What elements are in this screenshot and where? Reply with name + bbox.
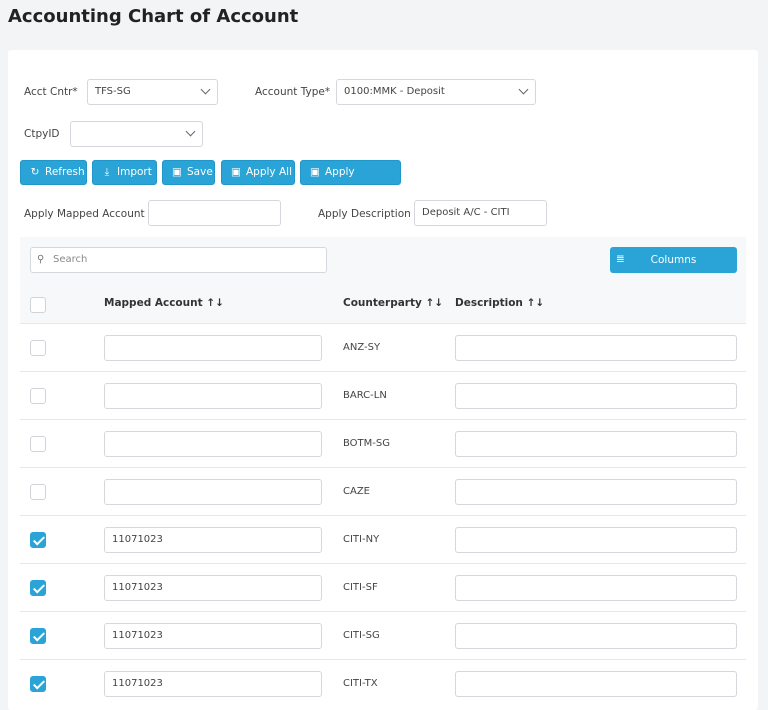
page-title: Accounting Chart of Account [8, 6, 299, 27]
table-row: 11071023 CITI-NY [20, 515, 746, 563]
row-checkbox[interactable] [30, 532, 46, 548]
mapped-account-input[interactable]: 11071023 [104, 623, 322, 649]
header-description[interactable]: Description ↑↓ [455, 297, 544, 309]
apply-description-input[interactable]: Deposit A/C - CITI [414, 200, 547, 226]
table-row: 11071023 CITI-SF [20, 563, 746, 611]
description-input[interactable] [455, 623, 737, 649]
row-checkbox[interactable] [30, 340, 46, 356]
mapped-account-input[interactable]: 11071023 [104, 527, 322, 553]
account-type-label: Account Type* [255, 86, 331, 98]
apply-selected-button[interactable]: ▣ Apply Selected [300, 160, 401, 201]
save-icon: ▣ [172, 166, 182, 178]
select-all-checkbox[interactable] [30, 297, 46, 313]
apply-description-label: Apply Description [318, 208, 411, 220]
description-input[interactable] [455, 479, 737, 505]
mapped-account-input[interactable] [104, 431, 322, 457]
counterparty-cell: CITI-TX [343, 678, 378, 689]
list-icon: ≣ [616, 253, 625, 265]
ctpyid-label: CtpyID [24, 128, 60, 140]
counterparty-cell: ANZ-SY [343, 342, 381, 353]
sort-icon: ↑↓ [526, 297, 545, 309]
sort-icon: ↑↓ [425, 297, 444, 309]
counterparty-cell: BARC-LN [343, 390, 387, 401]
counterparty-cell: CITI-SG [343, 630, 380, 641]
mapped-account-input[interactable]: 11071023 [104, 671, 322, 697]
row-checkbox[interactable] [30, 388, 46, 404]
description-input[interactable] [455, 575, 737, 601]
search-input[interactable]: ⚲ Search [30, 247, 327, 273]
save-icon: ▣ [231, 166, 241, 178]
refresh-icon: ↻ [30, 166, 40, 178]
mapped-account-input[interactable] [104, 335, 322, 361]
chevron-down-icon [518, 84, 529, 95]
accounts-table: ⚲ Search ≣ Columns Mapped Account ↑↓ Cou… [20, 237, 746, 707]
table-row: BOTM-SG [20, 419, 746, 467]
account-type-value: 0100:MMK - Deposit [344, 86, 445, 97]
row-checkbox[interactable] [30, 484, 46, 500]
table-row: BARC-LN [20, 371, 746, 419]
row-checkbox[interactable] [30, 436, 46, 452]
save-button[interactable]: ▣ Save [162, 160, 215, 185]
chevron-down-icon [200, 84, 211, 95]
description-input[interactable] [455, 671, 737, 697]
counterparty-cell: BOTM-SG [343, 438, 390, 449]
save-icon: ▣ [310, 166, 320, 178]
apply-mapped-account-label: Apply Mapped Account [24, 208, 145, 220]
account-type-select[interactable]: 0100:MMK - Deposit [336, 79, 536, 105]
acct-cntr-label: Acct Cntr* [24, 86, 78, 98]
row-checkbox[interactable] [30, 580, 46, 596]
counterparty-cell: CITI-SF [343, 582, 378, 593]
header-mapped-account[interactable]: Mapped Account ↑↓ [104, 297, 224, 309]
apply-all-button[interactable]: ▣ Apply All [221, 160, 295, 185]
ctpyid-select[interactable] [70, 121, 203, 147]
description-input[interactable] [455, 383, 737, 409]
sort-icon: ↑↓ [206, 297, 224, 309]
columns-button[interactable]: ≣ Columns [610, 247, 737, 273]
mapped-account-input[interactable] [104, 479, 322, 505]
description-input[interactable] [455, 431, 737, 457]
table-row: CAZE [20, 467, 746, 515]
chevron-down-icon [185, 126, 196, 137]
search-icon: ⚲ [37, 254, 45, 265]
header-counterparty[interactable]: Counterparty ↑↓ [343, 297, 443, 309]
acct-cntr-select[interactable]: TFS-SG [87, 79, 218, 105]
row-checkbox[interactable] [30, 628, 46, 644]
import-button[interactable]: ⤓ Import [92, 160, 157, 185]
download-icon: ⤓ [104, 166, 110, 178]
table-row: 11071023 CITI-TX [20, 659, 746, 707]
acct-cntr-value: TFS-SG [95, 86, 131, 97]
refresh-button[interactable]: ↻ Refresh [20, 160, 87, 185]
mapped-account-input[interactable] [104, 383, 322, 409]
apply-mapped-account-input[interactable] [148, 200, 281, 226]
counterparty-cell: CAZE [343, 486, 370, 497]
description-input[interactable] [455, 335, 737, 361]
mapped-account-input[interactable]: 11071023 [104, 575, 322, 601]
counterparty-cell: CITI-NY [343, 534, 380, 545]
table-row: ANZ-SY [20, 323, 746, 371]
row-checkbox[interactable] [30, 676, 46, 692]
table-row: 11071023 CITI-SG [20, 611, 746, 659]
description-input[interactable] [455, 527, 737, 553]
